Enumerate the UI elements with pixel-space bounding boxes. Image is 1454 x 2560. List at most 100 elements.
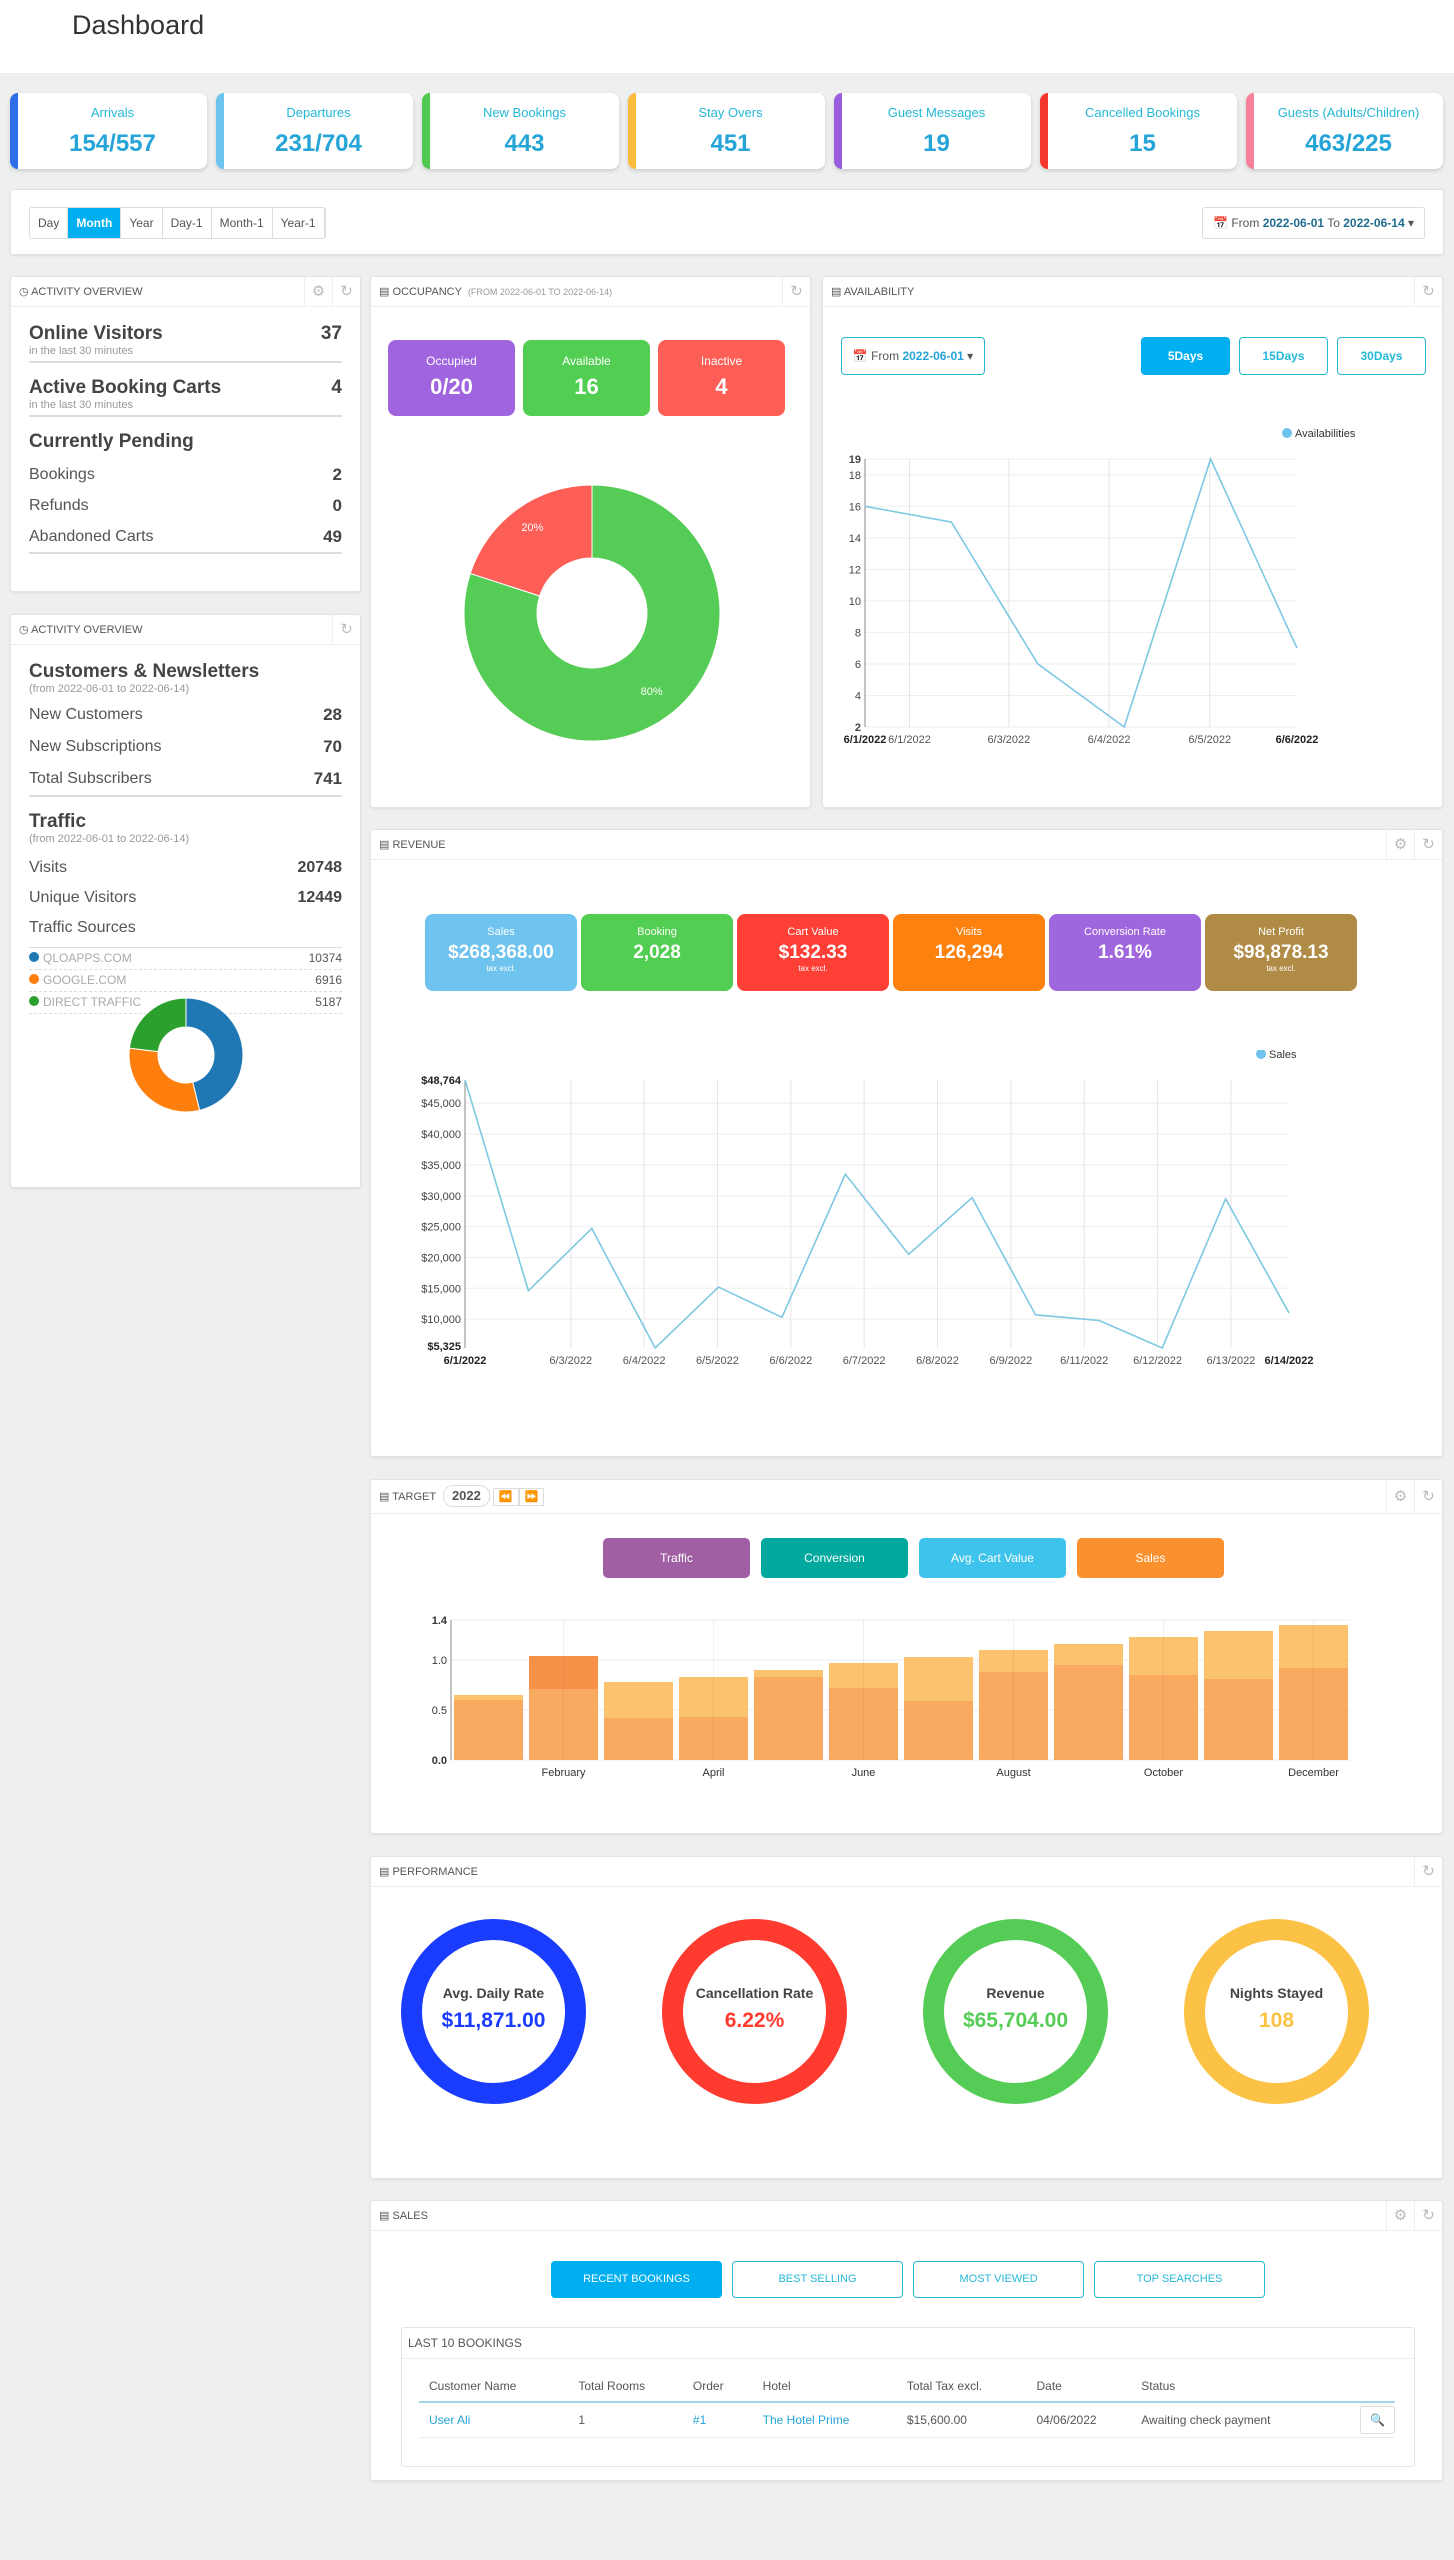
sales-tab-recent-bookings[interactable]: RECENT BOOKINGS: [551, 2261, 722, 2298]
sales-tab-best-selling[interactable]: BEST SELLING: [732, 2261, 903, 2298]
refresh-icon[interactable]: ↻: [1414, 1480, 1442, 1514]
refresh-icon[interactable]: ↻: [332, 277, 360, 307]
bar-target-july: [904, 1657, 973, 1701]
period-month[interactable]: Month: [68, 208, 122, 238]
refresh-icon[interactable]: ↻: [1414, 1857, 1442, 1887]
kpi-card[interactable]: Departures 231/704: [216, 93, 413, 169]
target-button-traffic[interactable]: Traffic: [603, 1538, 750, 1578]
kpi-label: Arrivals: [90, 105, 135, 120]
gear-icon[interactable]: ⚙: [1386, 2201, 1414, 2231]
target-button-conversion[interactable]: Conversion: [761, 1538, 908, 1578]
sales-tab-top-searches[interactable]: TOP SEARCHES: [1094, 2261, 1265, 2298]
y-tick-label: 1.4: [432, 1615, 448, 1627]
revenue-tile: Booking 2,028: [581, 914, 733, 991]
target-chart: 0.0 0.5 1.0 1.4 February April June August Octob…: [432, 1615, 1351, 1779]
refresh-icon[interactable]: ↻: [1414, 2201, 1442, 2231]
y-tick-label: $40,000: [421, 1129, 461, 1141]
kpi-label: Cancelled Bookings: [1085, 105, 1200, 120]
kpi-card[interactable]: New Bookings 443: [422, 93, 619, 169]
kpi-card[interactable]: Guest Messages 19: [834, 93, 1031, 169]
x-start-label: 6/1/2022: [844, 734, 887, 746]
slice-label: 20%: [521, 522, 543, 534]
availability-date-picker[interactable]: 📅 From 2022-06-01 ▾: [841, 337, 985, 375]
kpi-label: Stay Overs: [698, 105, 763, 120]
x-tick-label: 6/5/2022: [696, 1355, 739, 1367]
occupancy-tile-available: Available 16: [523, 340, 650, 416]
kpi-card[interactable]: Cancelled Bookings 15: [1040, 93, 1237, 169]
search-icon[interactable]: 🔍: [1360, 2406, 1395, 2434]
refresh-icon[interactable]: ↻: [1414, 830, 1442, 860]
kpi-card[interactable]: Arrivals 154/557: [10, 93, 207, 169]
target-button-sales[interactable]: Sales: [1077, 1538, 1224, 1578]
table-row[interactable]: User Ali 1 #1 The Hotel Prime $15,600.00 04/0…: [419, 2402, 1395, 2438]
bar-target-november: [1204, 1631, 1273, 1679]
legend-dot-icon: [29, 952, 39, 962]
refresh-icon[interactable]: ↻: [1414, 277, 1442, 307]
range-button-5days[interactable]: 5Days: [1141, 337, 1230, 375]
x-tick-label: 6/11/2022: [1060, 1355, 1108, 1367]
refresh-icon[interactable]: ↻: [782, 277, 810, 307]
next-year-icon[interactable]: ⏩: [518, 1488, 545, 1506]
period-selector: Day Month Year Day-1 Month-1 Year-1: [29, 207, 326, 239]
kpi-value: 19: [923, 130, 950, 157]
kpi-value: 231/704: [275, 130, 362, 157]
bar-actual-november: [1204, 1679, 1273, 1760]
period-year[interactable]: Year: [121, 208, 163, 238]
y-tick-label: 0.5: [432, 1705, 447, 1717]
range-button-15days[interactable]: 15Days: [1239, 337, 1328, 375]
target-panel: ▤ Target 2022 ⏪ ⏩ ⚙ ↻ Traffic Conversion Avg…: [370, 1479, 1443, 1834]
refresh-icon[interactable]: ↻: [332, 615, 360, 645]
legend-dot-icon: [1282, 428, 1292, 438]
gear-icon[interactable]: ⚙: [1386, 1480, 1414, 1514]
period-year-1[interactable]: Year-1: [273, 208, 325, 238]
x-tick-label: 6/4/2022: [1088, 734, 1131, 746]
bar-actual-may: [754, 1677, 823, 1760]
traffic-slice: [128, 1047, 201, 1113]
y-tick-label: $30,000: [421, 1191, 461, 1203]
stat-row: New Subscriptions 70: [29, 737, 342, 756]
period-day[interactable]: Day: [30, 208, 69, 238]
kpi-label: New Bookings: [482, 105, 567, 120]
kpi-value: 463/225: [1305, 130, 1392, 157]
activity-overview-panel: ◷ Activity Overview ⚙ ↻ Online Visitors 37…: [10, 276, 361, 592]
bar-actual-september: [1054, 1665, 1123, 1760]
bar-chart-icon: ▤: [379, 839, 393, 851]
traffic-source-row: QLOAPPS.COM 10374: [29, 948, 342, 970]
y-max-label: $48,764: [421, 1075, 462, 1087]
y-tick-label: $10,000: [421, 1314, 461, 1326]
caret-down-icon: ▾: [967, 349, 974, 363]
occupancy-donut: 80% 20%: [463, 484, 721, 742]
target-button-avg-cart-value[interactable]: Avg. Cart Value: [919, 1538, 1066, 1578]
gear-icon[interactable]: ⚙: [304, 277, 332, 307]
period-month-1[interactable]: Month-1: [212, 208, 273, 238]
traffic-slice: [128, 997, 187, 1053]
range-button-30days[interactable]: 30Days: [1337, 337, 1426, 375]
x-tick-label: 6/6/2022: [769, 1355, 812, 1367]
gear-icon[interactable]: ⚙: [1386, 830, 1414, 860]
date-range-picker[interactable]: 📅 From 2022-06-01 To 2022-06-14 ▾: [1202, 207, 1425, 239]
performance-panel: ▤ Performance ↻ Avg. Daily Rate $11,871.0…: [370, 1856, 1443, 2179]
y-tick-label: $45,000: [421, 1098, 461, 1110]
occupancy-slice: [469, 484, 593, 597]
kpi-card[interactable]: Stay Overs 451: [628, 93, 825, 169]
bar-chart-icon: ▤: [831, 286, 844, 298]
previous-year-icon[interactable]: ⏪: [492, 1488, 519, 1506]
kpi-card[interactable]: Guests (Adults/Children) 463/225: [1246, 93, 1443, 169]
y-tick-label: 8: [855, 627, 861, 639]
bar-actual-january: [454, 1700, 523, 1760]
sales-chart: 6/3/2022 6/4/2022 6/5/2022 6/6/2022 6/7/2022…: [421, 1050, 1313, 1367]
period-day-1[interactable]: Day-1: [163, 208, 212, 238]
performance-ring: Nights Stayed 108: [1184, 1919, 1369, 2104]
stat-row: New Customers 28: [29, 705, 342, 724]
kpi-value: 451: [710, 130, 751, 157]
x-tick-label: 6/4/2022: [623, 1355, 666, 1367]
x-end-label: 6/6/2022: [1276, 734, 1319, 746]
slice-label: 80%: [641, 686, 663, 698]
legend-label: Sales: [1269, 1050, 1297, 1061]
kpi-value: 15: [1129, 130, 1156, 157]
sales-tab-most-viewed[interactable]: MOST VIEWED: [913, 2261, 1084, 2298]
bookings-table: Customer Name Total Rooms Order Hotel Total …: [419, 2371, 1395, 2438]
legend-dot-icon: [1256, 1050, 1266, 1059]
customers-traffic-panel: ◷ Activity Overview ↻ Customers & Newsle…: [10, 614, 361, 1188]
revenue-tile: Cart Value $132.33 tax excl.: [737, 914, 889, 991]
